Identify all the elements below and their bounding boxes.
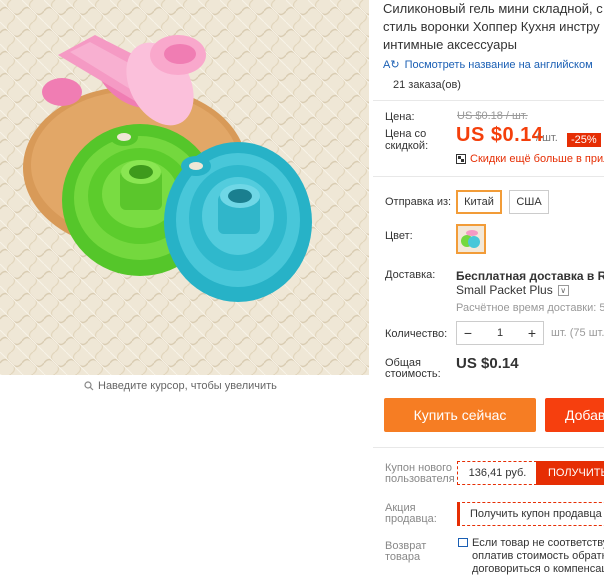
zoom-hint-text: Наведите курсор, чтобы увеличить [98, 380, 277, 392]
ship-from-label: Отправка из: [385, 196, 452, 208]
product-info: Силиконовый гель мини складной, с стиль … [383, 0, 604, 91]
color-option[interactable] [456, 224, 486, 254]
get-coupon-button[interactable]: ПОЛУЧИТЬ [536, 461, 604, 485]
delivery-method[interactable]: Small Packet Plus ∨ [456, 283, 569, 297]
return-label-2: товара [385, 551, 421, 563]
return-line-3: договориться о компенсаци [472, 563, 604, 575]
divider [373, 100, 604, 101]
zoom-hint: Наведите курсор, чтобы увеличить [84, 380, 277, 392]
quantity-stepper: − 1 + [456, 321, 544, 345]
product-title-line-3: интимные аксессуары [383, 37, 517, 52]
translate-icon: A↻ [383, 59, 400, 71]
price-label: Цена: [385, 111, 415, 123]
return-line-2: оплатив стоимость обратн [472, 550, 604, 562]
delivery-destination[interactable]: Бесплатная доставка в Russi [456, 269, 604, 283]
search-icon [84, 381, 94, 391]
seller-coupon-text: Получить купон продавца [470, 508, 602, 520]
quantity-minus-button[interactable]: − [457, 322, 479, 344]
new-user-coupon-label-2: пользователя [385, 473, 455, 485]
quantity-label: Количество: [385, 328, 448, 340]
get-seller-coupon-button[interactable]: Получить купон продавца [457, 502, 604, 526]
ship-from-usa[interactable]: США [509, 190, 549, 214]
delivery-method-text: Small Packet Plus [456, 283, 553, 297]
app-promo[interactable]: Скидки ещё больше в прил [456, 153, 604, 165]
seller-promo-label-2: продавца: [385, 513, 437, 525]
quantity-input[interactable]: 1 [479, 327, 521, 339]
buy-now-button[interactable]: Купить сейчас [384, 398, 536, 432]
translate-link-text: Посмотреть название на английском [404, 58, 593, 71]
total-label-2: стоимость: [385, 368, 441, 380]
discount-price-label-2: скидкой: [385, 140, 429, 152]
product-photo [0, 0, 369, 375]
color-thumbnail [458, 226, 484, 252]
translate-link[interactable]: A↻ Посмотреть название на английском [383, 58, 593, 72]
discount-badge: -25% [567, 133, 601, 147]
divider [373, 176, 604, 177]
return-line-1: Если товар не соответствуе [472, 537, 604, 549]
new-user-coupon-amount: 136,41 руб. [457, 461, 537, 485]
ship-from-china[interactable]: Китай [456, 190, 502, 214]
qr-code-icon [456, 154, 466, 164]
return-policy: Если товар не соответствуе оплатив стоим… [458, 537, 604, 576]
delivery-label: Доставка: [385, 269, 436, 281]
quantity-available: шт. (75 шт. д [551, 327, 604, 339]
app-promo-text: Скидки ещё больше в прил [470, 153, 604, 165]
chevron-down-icon: ∨ [557, 284, 569, 296]
total-price: US $0.14 [456, 355, 519, 372]
color-label: Цвет: [385, 230, 413, 242]
divider [373, 447, 604, 448]
product-title-line-2: стиль воронки Хоппер Кухня инстру [383, 19, 600, 34]
add-to-cart-button[interactable]: Добав [545, 398, 604, 432]
price-old: US $0.18 / шт. [457, 110, 528, 122]
orders-count: 21 заказа(ов) [393, 79, 461, 91]
product-title-line-1: Силиконовый гель мини складной, с [383, 1, 603, 16]
price-new: US $0.14 [456, 124, 544, 146]
quantity-plus-button[interactable]: + [521, 322, 543, 344]
product-image[interactable] [0, 0, 369, 375]
price-per-unit: / шт. [536, 132, 558, 144]
return-icon [458, 538, 468, 547]
delivery-time: Расчётное время доставки: 52 [456, 302, 604, 314]
